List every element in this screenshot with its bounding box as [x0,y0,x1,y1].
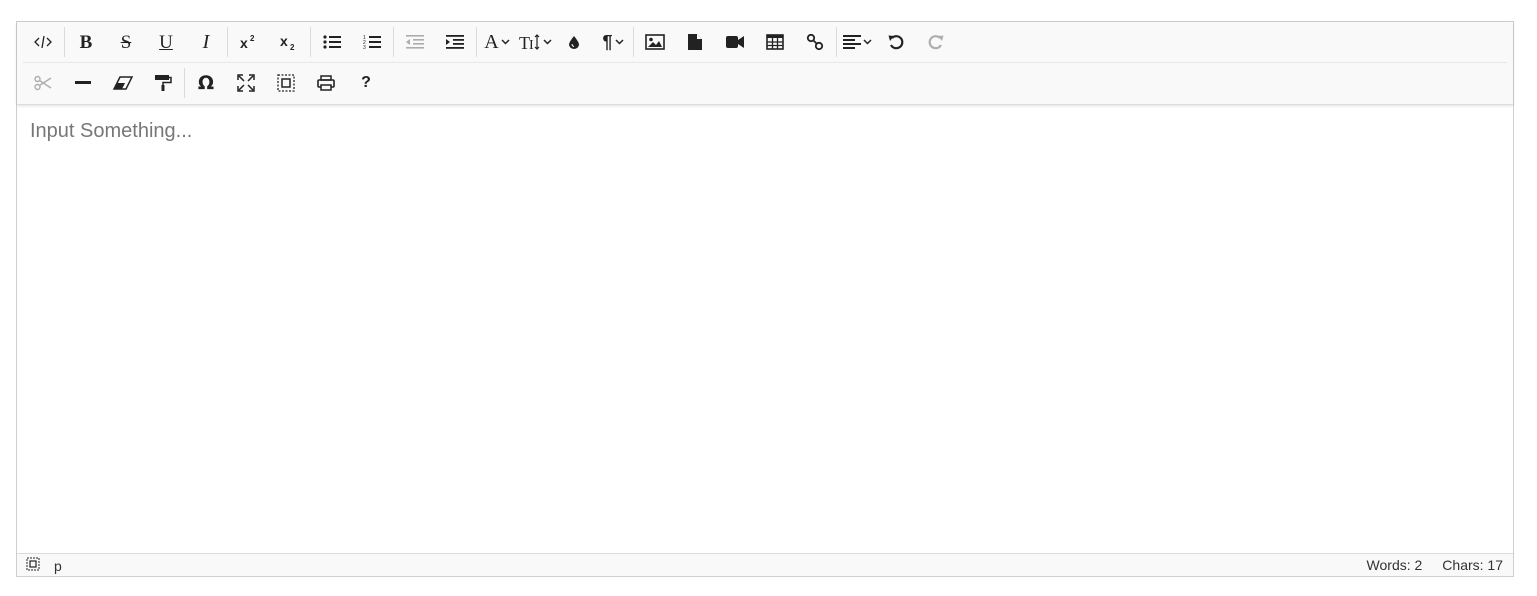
toolbar-separator [476,27,477,57]
bullet-list-icon [323,35,341,49]
italic-icon: I [202,31,210,53]
format-painter-button[interactable] [143,65,183,101]
ordered-list-button[interactable]: 123 [352,24,392,60]
subscript-icon: x2 [280,34,298,50]
insert-file-button[interactable] [675,24,715,60]
font-size-dropdown[interactable]: TI [516,24,554,60]
paragraph-dropdown[interactable]: ¶ [594,24,632,60]
video-icon [725,35,745,49]
help-button[interactable]: ? [346,65,386,101]
hr-icon [75,81,91,85]
text-color-button[interactable] [554,24,594,60]
editor-placeholder: Input Something... [30,120,193,142]
italic-button[interactable]: I [186,24,226,60]
table-icon [766,34,784,50]
chevron-down-icon [499,39,510,45]
toolbar-separator [393,27,394,57]
svg-text:x: x [240,35,248,50]
editor-content-area[interactable]: Input Something... [17,106,1513,554]
scissors-icon [34,75,52,91]
word-count: Words: 2 [1366,557,1423,573]
outdent-icon [406,35,424,49]
select-all-icon[interactable] [26,557,40,574]
toolbar-separator [633,27,634,57]
eraser-button[interactable] [103,65,143,101]
svg-text:2: 2 [290,43,295,50]
unordered-list-button[interactable] [312,24,352,60]
toolbar-separator [184,68,185,98]
help-icon: ? [361,74,371,91]
select-all-icon [277,74,295,92]
link-icon [806,33,824,51]
undo-button[interactable] [876,24,916,60]
source-code-button[interactable] [23,24,63,60]
toolbar-separator [64,27,65,57]
underline-button[interactable]: U [146,24,186,60]
element-path[interactable]: p [54,558,62,574]
superscript-icon: x2 [240,34,258,50]
svg-text:x: x [280,34,288,49]
font-icon: A [484,31,499,53]
droplet-icon [568,35,580,49]
align-left-icon [842,35,861,49]
print-icon [317,75,335,91]
indent-icon [446,35,464,49]
toolbar-separator [836,27,837,57]
insert-link-button[interactable] [795,24,835,60]
editor-toolbar: B S U Ix 2 x 2 1 2 3 A T I ¶ Ω? [17,22,1513,105]
toolbar-row-2: Ω? [23,63,386,103]
svg-text:I: I [529,38,534,51]
bold-button[interactable]: B [66,24,106,60]
char-count: Chars: 17 [1442,557,1503,573]
status-bar: p Words: 2 Chars: 17 [17,553,1513,576]
outdent-button[interactable] [395,24,435,60]
font-size-icon: TI [519,33,541,51]
expand-icon [237,74,255,92]
chevron-down-icon [541,39,552,45]
strikethrough-icon: S [120,31,132,53]
toolbar-separator [310,27,311,57]
font-family-dropdown[interactable]: A [478,24,516,60]
omega-icon: Ω [197,72,215,94]
redo-button[interactable] [916,24,956,60]
strikethrough-button[interactable]: S [106,24,146,60]
bold-icon: B [79,31,93,53]
fullscreen-button[interactable] [226,65,266,101]
insert-video-button[interactable] [715,24,755,60]
file-icon [687,33,703,51]
insert-image-button[interactable] [635,24,675,60]
toolbar-row-1: B S U Ix 2 x 2 1 2 3 A T I ¶ [23,22,1507,63]
image-icon [645,34,665,50]
select-all-button[interactable] [266,65,306,101]
horizontal-rule-button[interactable] [63,65,103,101]
toolbar-separator [227,27,228,57]
code-icon [34,35,52,49]
cut-button[interactable] [23,65,63,101]
svg-text:2: 2 [250,34,255,43]
pilcrow-icon: ¶ [602,31,613,52]
rich-text-editor: B S U Ix 2 x 2 1 2 3 A T I ¶ Ω? Input Something... p … [16,21,1514,577]
undo-icon [888,34,904,50]
numbered-list-icon: 123 [363,34,381,50]
redo-icon [928,34,944,50]
special-characters-button[interactable]: Ω [186,65,226,101]
superscript-button[interactable]: x2 [229,24,269,60]
chevron-down-icon [861,39,872,45]
subscript-button[interactable]: x2 [269,24,309,60]
indent-button[interactable] [435,24,475,60]
underline-icon: U [159,31,173,53]
chevron-down-icon [613,39,624,45]
svg-text:3: 3 [363,45,366,50]
eraser-icon [113,76,133,90]
paint-roller-icon [154,74,172,92]
insert-table-button[interactable] [755,24,795,60]
print-button[interactable] [306,65,346,101]
align-dropdown[interactable] [838,24,876,60]
